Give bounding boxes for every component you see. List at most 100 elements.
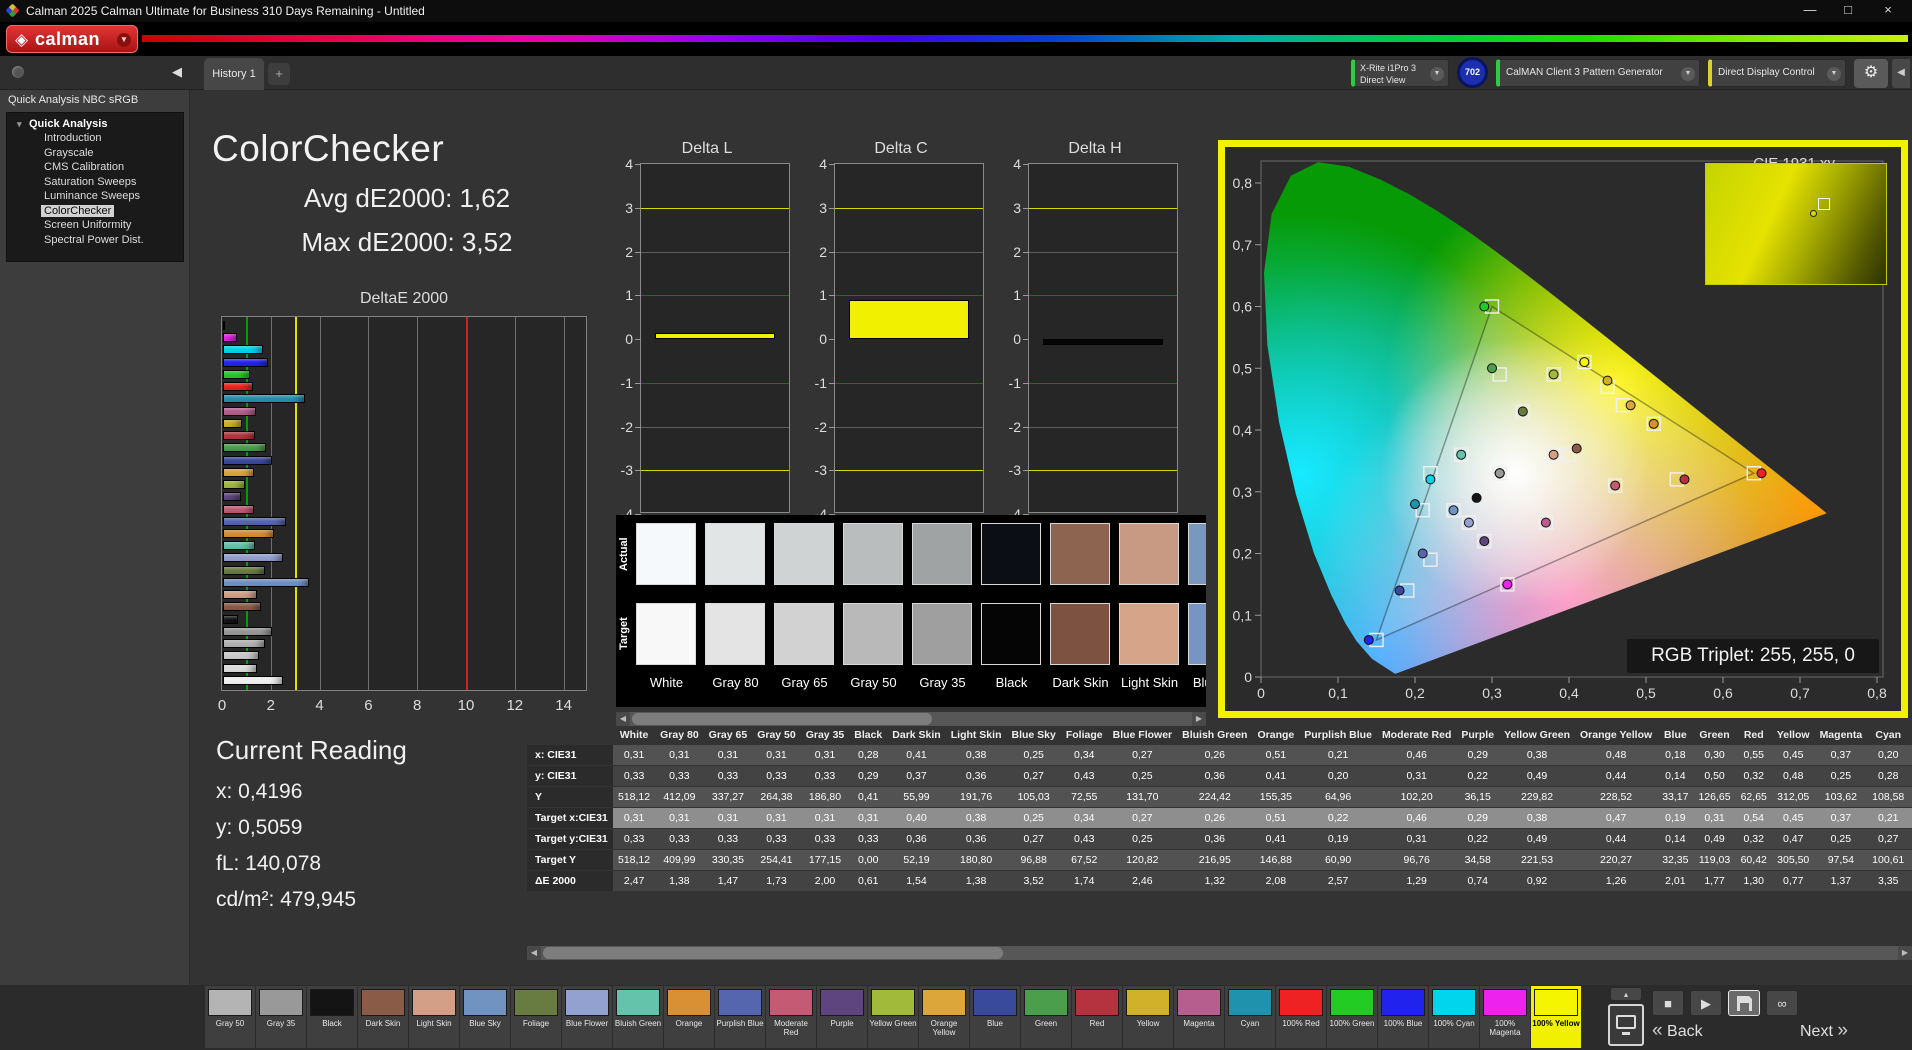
measured-point-icon [1810,210,1817,217]
sidebar-item-colorchecker[interactable]: ColorChecker [7,204,183,219]
display-control-dropdown[interactable]: Direct Display Control ▼ [1708,59,1846,87]
patch-gray-35[interactable]: Gray 35 [256,986,306,1048]
patch-100-blue[interactable]: 100% Blue [1378,986,1428,1048]
patch-label: Foliage [511,1019,561,1028]
col-header: Purplish Blue [1299,726,1377,745]
table-scrollbar[interactable]: ◀ ▶ [527,946,1912,960]
tree-root[interactable]: Quick Analysis [7,117,183,131]
swatch-label: Gray 35 [908,675,977,690]
table-row-target_x: Target x:CIE310,310,310,310,310,310,310,… [527,808,1912,829]
patch-100-magenta[interactable]: 100% Magenta [1480,986,1530,1048]
svg-text:0,6: 0,6 [1233,299,1253,315]
sidebar-item-cms-calibration[interactable]: CMS Calibration [7,160,183,175]
patch-100-cyan[interactable]: 100% Cyan [1429,986,1479,1048]
toolbar-collapse-icon[interactable]: ◀ [1892,59,1910,88]
patch-bluish-green[interactable]: Bluish Green [613,986,663,1048]
patch-label: Orange [664,1019,714,1028]
scroll-left-icon[interactable]: ◀ [616,712,630,726]
patch-swatch [1432,989,1476,1016]
patch-swatch [973,989,1017,1016]
swatch-scrollbar[interactable]: ◀ ▶ [616,712,1206,726]
delta-l-bar [655,333,775,339]
patch-light-skin[interactable]: Light Skin [409,986,459,1048]
calman-diamond-icon: ◈ [15,30,28,50]
sidebar-item-grayscale[interactable]: Grayscale [7,146,183,161]
patch-moderate-red[interactable]: Moderate Red [766,986,816,1048]
patch-swatch [565,989,609,1016]
meter-badge[interactable]: 702 [1457,57,1488,88]
chevron-down-icon: ▼ [1827,67,1841,81]
save-button[interactable] [1728,990,1760,1016]
patch-label: Moderate Red [766,1019,816,1037]
window-title: Calman 2025 Calman Ultimate for Business… [26,4,425,18]
maximize-button[interactable]: □ [1830,0,1866,22]
patch-black[interactable]: Black [307,986,357,1048]
patch-yellow-green[interactable]: Yellow Green [868,986,918,1048]
col-header: Cyan [1867,726,1909,745]
patch-100-red[interactable]: 100% Red [1276,986,1326,1048]
back-button[interactable]: « Back [1652,1018,1703,1044]
swatch-dark-skin [1050,523,1110,585]
sidebar-item-spectral-power-dist-[interactable]: Spectral Power Dist. [7,233,183,248]
patch-label: Bluish Green [613,1019,663,1028]
patch-label: Purple [817,1019,867,1028]
col-header: Foliage [1061,726,1108,745]
meter-dropdown[interactable]: X-Rite i1Pro 3 Direct View ▼ [1351,59,1449,87]
patch-foliage[interactable]: Foliage [511,986,561,1048]
sidebar-collapse-icon[interactable]: ◀ [172,64,182,80]
sidebar-item-saturation-sweeps[interactable]: Saturation Sweeps [7,175,183,190]
patch-yellow[interactable]: Yellow [1123,986,1173,1048]
scrollbar-thumb[interactable] [543,947,1003,959]
sidebar-item-screen-uniformity[interactable]: Screen Uniformity [7,218,183,233]
patch-swatch [922,989,966,1016]
patch-purplish-blue[interactable]: Purplish Blue [715,986,765,1048]
patch-orange[interactable]: Orange [664,986,714,1048]
record-indicator-icon[interactable] [12,66,24,78]
panel-collapse-icon[interactable]: ▴ [1610,987,1642,1001]
de-bar-blue-flower [223,553,283,562]
close-button[interactable]: × [1870,0,1906,22]
patch-blue-sky[interactable]: Blue Sky [460,986,510,1048]
patch-label: Yellow [1123,1019,1173,1028]
display-pattern-button[interactable] [1608,1004,1644,1046]
calman-menu-button[interactable]: ◈ calman ▼ [6,25,138,53]
scroll-right-icon[interactable]: ▶ [1898,946,1912,960]
patch-blue-flower[interactable]: Blue Flower [562,986,612,1048]
patch-swatch [1534,989,1578,1016]
patch-blue[interactable]: Blue [970,986,1020,1048]
patch-label: Black [307,1019,357,1028]
col-header: Moderate Red [1377,726,1456,745]
patch-orange-yellow[interactable]: Orange Yellow [919,986,969,1048]
add-tab-button[interactable]: + [268,63,290,85]
next-label: Next [1800,1023,1833,1040]
patch-100-yellow[interactable]: 100% Yellow [1531,986,1581,1048]
patch-magenta[interactable]: Magenta [1174,986,1224,1048]
stop-button[interactable]: ■ [1652,990,1684,1016]
svg-text:0: 0 [1244,669,1252,685]
scrollbar-thumb[interactable] [632,713,932,725]
patch-gray-50[interactable]: Gray 50 [205,986,255,1048]
play-button[interactable]: ▶ [1690,990,1722,1016]
patch-red[interactable]: Red [1072,986,1122,1048]
swatch-label: Blue Sky [1184,675,1206,690]
sidebar-item-introduction[interactable]: Introduction [7,131,183,146]
scroll-right-icon[interactable]: ▶ [1192,712,1206,726]
tab-history-1[interactable]: History 1 [204,58,264,90]
swatch-label: Light Skin [1115,675,1184,690]
patch-100-green[interactable]: 100% Green [1327,986,1377,1048]
scroll-left-icon[interactable]: ◀ [527,946,541,960]
loop-button[interactable]: ∞ [1766,990,1798,1016]
pattern-generator-dropdown[interactable]: CalMAN Client 3 Pattern Generator ▼ [1496,59,1700,87]
settings-gear-icon[interactable]: ⚙ [1854,59,1888,88]
next-button[interactable]: Next » [1800,1018,1848,1044]
col-header: Red [1736,726,1772,745]
swatch-label: Gray 50 [839,675,908,690]
patch-swatch [1126,989,1170,1016]
minimize-button[interactable]: — [1792,0,1828,22]
sidebar-item-luminance-sweeps[interactable]: Luminance Sweeps [7,189,183,204]
patch-cyan[interactable]: Cyan [1225,986,1275,1048]
patch-dark-skin[interactable]: Dark Skin [358,986,408,1048]
swatch-label: Gray 80 [701,675,770,690]
patch-purple[interactable]: Purple [817,986,867,1048]
patch-green[interactable]: Green [1021,986,1071,1048]
